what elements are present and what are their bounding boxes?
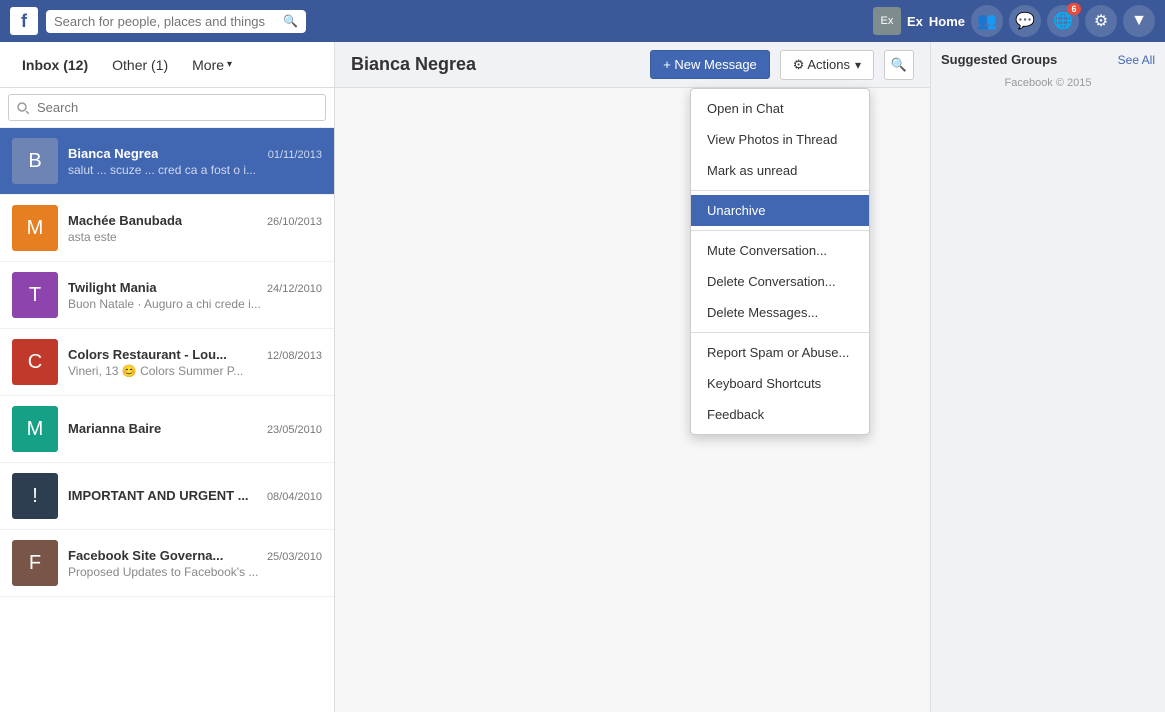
- new-message-label: + New Message: [663, 57, 757, 72]
- notifications-icon[interactable]: 🌐6: [1047, 5, 1079, 37]
- actions-button[interactable]: ⚙ Actions ▾: [780, 50, 874, 80]
- conversation-preview: Proposed Updates to Facebook's ...: [68, 565, 322, 579]
- conversation-preview: salut ... scuze ... cred ca a fost o i..…: [68, 163, 322, 177]
- conversation-preview: asta este: [68, 230, 322, 244]
- chevron-down-icon: ▾: [227, 59, 232, 70]
- conversation-avatar: F: [12, 540, 58, 586]
- search-bar: 🔍: [46, 10, 306, 33]
- conversation-avatar: !: [12, 473, 58, 519]
- right-sidebar: Suggested Groups See All Facebook © 2015: [930, 42, 1165, 712]
- conversation-time: 08/04/2010: [267, 491, 322, 503]
- conversation-item[interactable]: F Facebook Site Governa... 25/03/2010 Pr…: [0, 530, 334, 597]
- conversation-item[interactable]: M Machée Banubada 26/10/2013 asta este: [0, 195, 334, 262]
- search-icon: 🔍: [283, 14, 298, 28]
- conversation-time: 12/08/2013: [267, 350, 322, 362]
- chat-contact-name: Bianca Negrea: [351, 54, 640, 75]
- conversation-item[interactable]: ! IMPORTANT AND URGENT ... 08/04/2010: [0, 463, 334, 530]
- inbox-tab[interactable]: Inbox (12): [12, 51, 98, 79]
- dropdown-item-mute[interactable]: Mute Conversation...: [691, 235, 869, 266]
- new-message-button[interactable]: + New Message: [650, 50, 770, 79]
- inbox-tabs: Inbox (12) Other (1) More ▾: [0, 42, 334, 88]
- settings-icon[interactable]: ⚙: [1085, 5, 1117, 37]
- dropdown-item-report[interactable]: Report Spam or Abuse...: [691, 337, 869, 368]
- conversation-time: 26/10/2013: [267, 216, 322, 228]
- dropdown-separator: [691, 230, 869, 231]
- conversation-avatar: B: [12, 138, 58, 184]
- suggested-groups-title: Suggested Groups: [941, 52, 1057, 67]
- notification-badge: 6: [1067, 3, 1081, 15]
- conversation-item[interactable]: B Bianca Negrea 01/11/2013 salut ... scu…: [0, 128, 334, 195]
- dropdown-item-open-chat[interactable]: Open in Chat: [691, 93, 869, 124]
- conversation-name: Marianna Baire: [68, 421, 161, 436]
- conversations-list: B Bianca Negrea 01/11/2013 salut ... scu…: [0, 128, 334, 712]
- conversation-time: 25/03/2010: [267, 551, 322, 563]
- conversation-avatar: C: [12, 339, 58, 385]
- messages-icon[interactable]: 💬: [1009, 5, 1041, 37]
- chevron-down-icon: ▾: [855, 58, 861, 72]
- home-link[interactable]: Home: [929, 14, 965, 29]
- facebook-logo[interactable]: f: [10, 7, 38, 35]
- actions-label: ⚙ Actions: [793, 57, 850, 73]
- conversation-preview: Vineri, 13 😊 Colors Summer P...: [68, 364, 322, 378]
- dropdown-item-view-photos[interactable]: View Photos in Thread: [691, 124, 869, 155]
- conversation-avatar: M: [12, 406, 58, 452]
- conversation-name: Bianca Negrea: [68, 146, 158, 161]
- suggested-groups-header: Suggested Groups See All: [941, 52, 1155, 67]
- conversation-name: Twilight Mania: [68, 280, 157, 295]
- footer-copyright: Facebook © 2015: [941, 77, 1155, 89]
- actions-dropdown: Open in ChatView Photos in ThreadMark as…: [690, 88, 870, 435]
- dropdown-item-shortcuts[interactable]: Keyboard Shortcuts: [691, 368, 869, 399]
- conversation-item[interactable]: T Twilight Mania 24/12/2010 Buon Natale …: [0, 262, 334, 329]
- conversation-name: Machée Banubada: [68, 213, 182, 228]
- dropdown-item-unarchive[interactable]: Unarchive: [691, 195, 869, 226]
- chat-search-button[interactable]: 🔍: [884, 50, 914, 80]
- dropdown-item-feedback[interactable]: Feedback: [691, 399, 869, 430]
- dropdown-icon[interactable]: ▼: [1123, 5, 1155, 37]
- main-chat-area: Bianca Negrea + New Message ⚙ Actions ▾ …: [335, 42, 930, 712]
- conversation-search-row: [0, 88, 334, 128]
- chat-header: Bianca Negrea + New Message ⚙ Actions ▾ …: [335, 42, 930, 88]
- more-button[interactable]: More ▾: [182, 51, 242, 79]
- dropdown-separator: [691, 190, 869, 191]
- dropdown-separator: [691, 332, 869, 333]
- conversation-search-input[interactable]: [8, 94, 326, 121]
- conversation-time: 23/05/2010: [267, 424, 322, 436]
- nav-right: Ex Ex Home 👥 💬 🌐6 ⚙ ▼: [873, 5, 1155, 37]
- other-tab[interactable]: Other (1): [102, 51, 178, 79]
- user-avatar[interactable]: Ex: [873, 7, 901, 35]
- see-all-link[interactable]: See All: [1118, 53, 1155, 67]
- conversation-item[interactable]: M Marianna Baire 23/05/2010: [0, 396, 334, 463]
- dropdown-item-mark-unread[interactable]: Mark as unread: [691, 155, 869, 186]
- conversation-item[interactable]: C Colors Restaurant - Lou... 12/08/2013 …: [0, 329, 334, 396]
- conversation-name: Facebook Site Governa...: [68, 548, 223, 563]
- dropdown-item-delete-msg[interactable]: Delete Messages...: [691, 297, 869, 328]
- conversation-avatar: M: [12, 205, 58, 251]
- conversation-time: 24/12/2010: [267, 283, 322, 295]
- user-name[interactable]: Ex: [907, 14, 923, 29]
- dropdown-item-delete-conv[interactable]: Delete Conversation...: [691, 266, 869, 297]
- conversation-name: Colors Restaurant - Lou...: [68, 347, 227, 362]
- conversation-preview: Buon Natale · Auguro a chi crede i...: [68, 297, 322, 311]
- friends-icon[interactable]: 👥: [971, 5, 1003, 37]
- search-input[interactable]: [54, 14, 277, 29]
- conversation-avatar: T: [12, 272, 58, 318]
- left-sidebar: Inbox (12) Other (1) More ▾ B Bianca Neg…: [0, 42, 335, 712]
- conversation-time: 01/11/2013: [268, 149, 322, 161]
- top-navigation: f 🔍 Ex Ex Home 👥 💬 🌐6 ⚙ ▼: [0, 0, 1165, 42]
- conversation-name: IMPORTANT AND URGENT ...: [68, 488, 249, 503]
